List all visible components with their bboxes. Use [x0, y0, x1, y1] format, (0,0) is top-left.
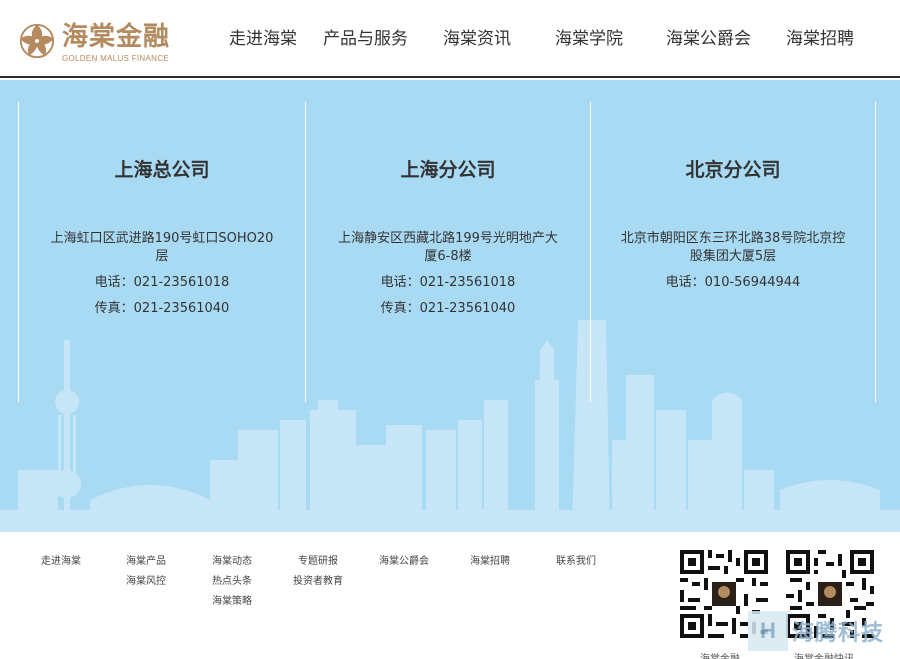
office-address: 北京市朝阳区东三环北路38号院北京控股集团大厦5层: [620, 231, 846, 264]
watermark: H 海腾科技: [748, 608, 894, 654]
footer-link[interactable]: 海棠产品: [126, 552, 166, 572]
office-shanghai-branch: 上海分公司 上海静安区西藏北路199号光明地产大厦6-8楼 电话：021-235…: [333, 158, 563, 318]
footer-column-research: 专题研报 投资者教育: [293, 552, 343, 592]
office-fax: 传真：021-23561040: [380, 301, 516, 316]
footer-column-club: 海棠公爵会: [379, 552, 429, 572]
watermark-logo-icon: H: [748, 611, 788, 651]
footer-link[interactable]: 海棠风控: [126, 572, 166, 592]
qr-label: 海棠金融: [700, 650, 740, 659]
footer-link[interactable]: 海棠招聘: [470, 552, 510, 572]
main-nav: 走进海棠 产品与服务 海棠资讯 海棠学院 海棠公爵会 海棠招聘: [0, 28, 900, 52]
footer-link[interactable]: 热点头条: [212, 572, 252, 592]
footer-column-contact: 联系我们: [556, 552, 596, 572]
divider: [875, 102, 876, 402]
footer-column-news: 海棠动态 热点头条 海棠策略: [212, 552, 252, 612]
office-phone: 电话：021-23561018: [380, 275, 516, 290]
site-header: 海棠金融 GOLDEN MALUS FINANCE 走进海棠 产品与服务 海棠资…: [0, 0, 900, 78]
office-phone: 电话：010-56944944: [665, 275, 801, 290]
office-title: 上海分公司: [400, 159, 496, 181]
office-title: 北京分公司: [685, 159, 781, 181]
footer-link[interactable]: 海棠策略: [212, 592, 252, 612]
office-address: 上海虹口区武进路190号虹口SOHO20层: [50, 231, 274, 264]
divider: [305, 102, 306, 402]
footer-link[interactable]: 联系我们: [556, 552, 596, 572]
office-shanghai-hq: 上海总公司 上海虹口区武进路190号虹口SOHO20层 电话：021-23561…: [47, 158, 277, 318]
footer-link[interactable]: 专题研报: [293, 552, 343, 572]
office-fax: 传真：021-23561040: [94, 301, 230, 316]
contact-section: 上海总公司 上海虹口区武进路190号虹口SOHO20层 电话：021-23561…: [0, 80, 900, 532]
footer-column-careers: 海棠招聘: [470, 552, 510, 572]
footer-column-products: 海棠产品 海棠风控: [126, 552, 166, 592]
footer-link[interactable]: 海棠公爵会: [379, 552, 429, 572]
footer-link[interactable]: 投资者教育: [293, 572, 343, 592]
nav-item-careers[interactable]: 海棠招聘: [786, 28, 854, 50]
nav-item-products[interactable]: 产品与服务: [323, 28, 408, 50]
footer-link[interactable]: 海棠动态: [212, 552, 252, 572]
nav-item-academy[interactable]: 海棠学院: [555, 28, 623, 50]
office-address: 上海静安区西藏北路199号光明地产大厦6-8楼: [338, 231, 558, 264]
nav-item-about[interactable]: 走进海棠: [229, 28, 297, 50]
footer-column-about: 走进海棠: [41, 552, 81, 572]
divider: [18, 102, 19, 402]
nav-item-club[interactable]: 海棠公爵会: [666, 28, 751, 50]
logo-en-text: GOLDEN MALUS FINANCE: [62, 54, 169, 63]
office-beijing-branch: 北京分公司 北京市朝阳区东三环北路38号院北京控股集团大厦5层 电话：010-5…: [618, 158, 848, 292]
office-title: 上海总公司: [114, 159, 210, 181]
divider: [590, 102, 591, 402]
office-phone: 电话：021-23561018: [94, 275, 230, 290]
nav-item-news[interactable]: 海棠资讯: [443, 28, 511, 50]
footer-link[interactable]: 走进海棠: [41, 552, 81, 572]
watermark-text: 海腾科技: [792, 621, 885, 646]
